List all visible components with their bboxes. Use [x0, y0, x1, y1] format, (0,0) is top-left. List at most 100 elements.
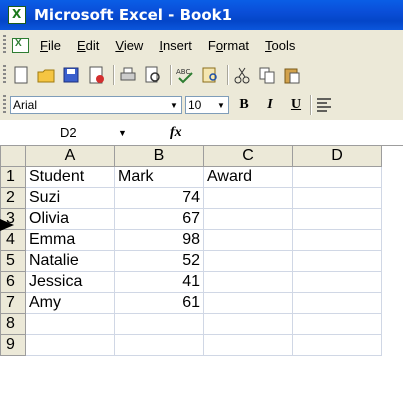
save-icon[interactable] — [60, 64, 82, 86]
toolbar-separator — [227, 65, 228, 85]
cell[interactable] — [292, 187, 382, 209]
column-header-c[interactable]: C — [203, 145, 293, 167]
row-header[interactable]: 8 — [0, 313, 26, 335]
menu-file[interactable]: File — [40, 38, 61, 53]
arrow-pointer-icon — [0, 219, 14, 231]
menu-tools[interactable]: Tools — [265, 38, 295, 53]
row-header[interactable]: 5 — [0, 250, 26, 272]
cell[interactable]: Mark — [114, 166, 204, 188]
cell[interactable]: 52 — [114, 250, 204, 272]
open-icon[interactable] — [35, 64, 57, 86]
cell[interactable]: Suzi — [25, 187, 115, 209]
toolbar-grip[interactable] — [3, 95, 6, 115]
cell[interactable] — [203, 313, 293, 335]
cell[interactable] — [25, 334, 115, 356]
cell[interactable] — [114, 313, 204, 335]
font-name-value: Arial — [13, 98, 38, 112]
row-header[interactable]: 9 — [0, 334, 26, 356]
table-row: 4 Emma 98 — [0, 229, 382, 251]
menu-view[interactable]: View — [115, 38, 143, 53]
cell[interactable]: 61 — [114, 292, 204, 314]
cell[interactable]: Olivia — [25, 208, 115, 230]
row-header[interactable]: 2 — [0, 187, 26, 209]
formatting-toolbar: Arial ▼ 10 ▼ B I U — [0, 90, 403, 120]
cell[interactable]: 98 — [114, 229, 204, 251]
font-name-combo[interactable]: Arial ▼ — [10, 96, 182, 114]
cell[interactable] — [203, 208, 293, 230]
cell[interactable]: Student — [25, 166, 115, 188]
italic-button[interactable]: I — [259, 94, 281, 116]
svg-text:ABC: ABC — [176, 68, 190, 76]
cell[interactable] — [292, 250, 382, 272]
table-row: 1 Student Mark Award — [0, 166, 382, 188]
toolbar-separator — [170, 65, 171, 85]
cut-icon[interactable] — [231, 64, 253, 86]
cell[interactable] — [292, 166, 382, 188]
new-icon[interactable] — [10, 64, 32, 86]
insert-function-icon[interactable]: fx — [170, 125, 182, 141]
row-header[interactable]: 7 — [0, 292, 26, 314]
excel-app-icon[interactable] — [8, 6, 26, 24]
menu-edit[interactable]: Edit — [77, 38, 99, 53]
row-header[interactable]: 6 — [0, 271, 26, 293]
cell[interactable] — [114, 334, 204, 356]
cell[interactable] — [292, 229, 382, 251]
column-header-d[interactable]: D — [292, 145, 382, 167]
cell[interactable] — [292, 334, 382, 356]
print-preview-icon[interactable] — [142, 64, 164, 86]
cell[interactable] — [203, 271, 293, 293]
cell[interactable] — [292, 313, 382, 335]
toolbar-grip[interactable] — [3, 35, 6, 55]
menu-insert[interactable]: Insert — [159, 38, 192, 53]
cell[interactable] — [203, 292, 293, 314]
cell[interactable] — [25, 313, 115, 335]
cell[interactable] — [292, 208, 382, 230]
column-header-a[interactable]: A — [25, 145, 115, 167]
toolbar-grip[interactable] — [3, 65, 6, 85]
cell[interactable] — [292, 271, 382, 293]
bold-button[interactable]: B — [233, 94, 255, 116]
cell-table: A B C D 1 Student Mark Award 2 Suzi 74 3… — [0, 145, 382, 356]
cell[interactable]: Emma — [25, 229, 115, 251]
cell[interactable] — [203, 187, 293, 209]
row-header[interactable]: 4 — [0, 229, 26, 251]
menu-bar: File Edit View Insert Format Tools — [0, 30, 403, 60]
cell[interactable]: Award — [203, 166, 293, 188]
table-row: 7 Amy 61 — [0, 292, 382, 314]
row-header[interactable]: 1 — [0, 166, 26, 188]
paste-icon[interactable] — [281, 64, 303, 86]
underline-button[interactable]: U — [285, 94, 307, 116]
select-all-corner[interactable] — [0, 145, 26, 167]
cell[interactable]: 74 — [114, 187, 204, 209]
column-header-b[interactable]: B — [114, 145, 204, 167]
cell[interactable] — [292, 292, 382, 314]
cell[interactable]: 41 — [114, 271, 204, 293]
name-box-value: D2 — [60, 125, 77, 140]
chevron-down-icon[interactable]: ▼ — [167, 97, 181, 113]
copy-icon[interactable] — [256, 64, 278, 86]
chevron-down-icon[interactable]: ▼ — [214, 97, 228, 113]
workbook-icon[interactable] — [10, 35, 30, 55]
table-row: 8 — [0, 313, 382, 335]
cell[interactable]: Natalie — [25, 250, 115, 272]
menu-format[interactable]: Format — [208, 38, 249, 53]
research-icon[interactable] — [199, 64, 221, 86]
cell[interactable] — [203, 334, 293, 356]
title-bar: Microsoft Excel - Book1 — [0, 0, 403, 30]
name-box[interactable]: D2 ▼ — [0, 121, 127, 144]
table-row: 9 — [0, 334, 382, 356]
spelling-icon[interactable]: ABC — [174, 64, 196, 86]
cell[interactable] — [203, 250, 293, 272]
cell[interactable]: Amy — [25, 292, 115, 314]
table-row: 5 Natalie 52 — [0, 250, 382, 272]
cell[interactable]: Jessica — [25, 271, 115, 293]
align-left-icon[interactable] — [314, 94, 336, 116]
table-row: 3 Olivia 67 — [0, 208, 382, 230]
cell[interactable] — [203, 229, 293, 251]
worksheet-grid: A B C D 1 Student Mark Award 2 Suzi 74 3… — [0, 145, 403, 356]
font-size-combo[interactable]: 10 ▼ — [185, 96, 229, 114]
permission-icon[interactable] — [85, 64, 107, 86]
chevron-down-icon[interactable]: ▼ — [118, 128, 127, 138]
print-icon[interactable] — [117, 64, 139, 86]
cell[interactable]: 67 — [114, 208, 204, 230]
